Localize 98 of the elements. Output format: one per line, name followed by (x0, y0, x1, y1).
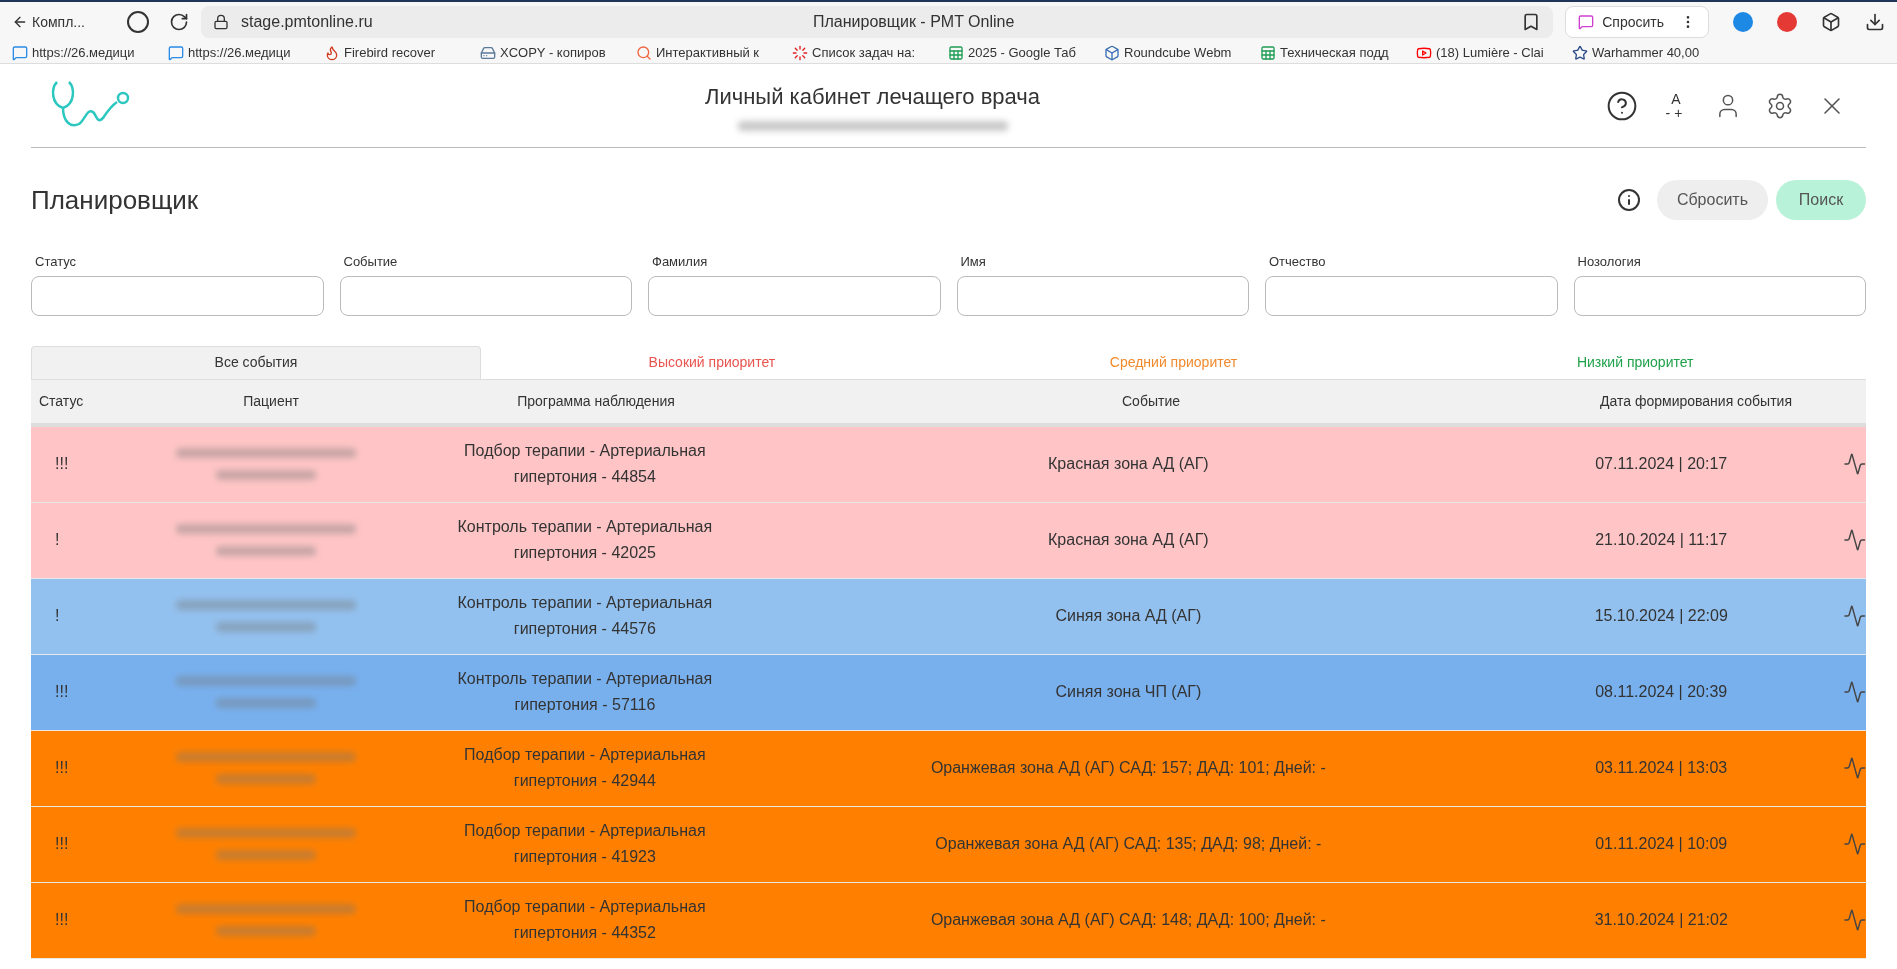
page-title: Планировщик - PMT Online (813, 12, 1016, 32)
bookmark[interactable]: Интерактивный к (636, 42, 776, 63)
column-header: Событие (1121, 391, 1181, 411)
address-bar[interactable]: stage.pmtonline.ru Планировщик - PMT Online (201, 6, 1554, 38)
bookmark[interactable]: Roundcube Webm (1104, 42, 1244, 63)
sheet-icon (948, 44, 964, 61)
date-cell-text: 08.11.2024 | 20:39 (1594, 682, 1729, 702)
table-row[interactable]: ! Контроль терапии - Артериальная гипертония - 44576 Синяя зона АД (АГ) 15.10.2024 | 22:09 (31, 578, 1866, 655)
reload-icon[interactable] (169, 12, 189, 32)
flame-icon (324, 44, 340, 61)
pulse-icon[interactable] (1842, 908, 1866, 932)
column-header: Программа наблюдения (516, 391, 676, 411)
bookmark[interactable]: https://26.медици (168, 42, 308, 63)
lock-icon (213, 14, 229, 30)
pulse-icon[interactable] (1842, 604, 1866, 628)
pulse-icon[interactable] (1842, 756, 1866, 780)
reset-button[interactable]: Сбросить (1656, 180, 1768, 220)
status-cell-text: !!! (54, 834, 70, 854)
event-cell-text: Оранжевая зона АД (АГ) САД: 135; ДАД: 98; Дней: - (934, 834, 1323, 854)
extension-icon[interactable] (1733, 12, 1753, 32)
date-cell-text: 31.10.2024 | 21:02 (1593, 910, 1729, 930)
extensions-icon[interactable] (1821, 12, 1841, 32)
search-button[interactable]: Поиск (1776, 180, 1866, 220)
event-cell-text: Красная зона АД (АГ) (1047, 454, 1210, 474)
event-cell-text: Оранжевая зона АД (АГ) САД: 157; ДАД: 101; Дней: - (929, 758, 1327, 778)
event-cell-text: Красная зона АД (АГ) (1047, 530, 1210, 550)
cube-icon (1104, 44, 1120, 61)
filter-label: Фамилия (652, 253, 709, 271)
date-cell-text: 21.10.2024 | 11:17 (1594, 530, 1729, 550)
date-cell-text: 01.11.2024 | 10:09 (1594, 834, 1729, 854)
font-size-button[interactable]: A -+ (1662, 91, 1690, 120)
table-row[interactable]: ! Контроль терапии - Артериальная гипертония - 42025 Красная зона АД (АГ) 21.10.2024 | 11:17 (31, 502, 1866, 579)
program-cell-text: Подбор терапии - Артериальная гипертония - 44352 (463, 897, 707, 943)
bookmark[interactable]: Техническая подд (1260, 42, 1400, 63)
program-cell-text: Контроль терапии - Артериальная гипертония - 42025 (456, 517, 714, 563)
chat-icon (12, 44, 28, 61)
status-cell-text: !!! (54, 910, 70, 930)
star-icon (1572, 44, 1588, 61)
status-cell-text: ! (54, 530, 61, 550)
search-icon (636, 44, 652, 61)
status-cell-text: !!! (54, 758, 70, 778)
pulse-icon[interactable] (1842, 680, 1866, 704)
filter-label: Имя (960, 253, 987, 271)
status-cell-text: !!! (54, 454, 70, 474)
status-cell-text: ! (54, 606, 61, 626)
priority-tab[interactable]: Все события (31, 345, 481, 379)
filter-label: Статус (35, 253, 78, 271)
bookmark[interactable]: XCOPY - копиров (480, 42, 620, 63)
filter-field[interactable] (648, 275, 941, 316)
column-header: Дата формирования события (1599, 391, 1793, 411)
chat-icon (168, 44, 184, 61)
event-cell-text: Оранжевая зона АД (АГ) САД: 148; ДАД: 100; Дней: - (929, 910, 1327, 930)
date-cell-text: 03.11.2024 | 13:03 (1594, 758, 1729, 778)
column-header: Статус (38, 391, 85, 411)
page-title: Планировщик (31, 183, 199, 217)
table-row[interactable]: !!! Подбор терапии - Артериальная гипертония - 44854 Красная зона АД (АГ) 07.11.2024 | 20:17 (31, 426, 1866, 503)
priority-tab[interactable]: Высокий приоритет (481, 345, 943, 379)
filter-label: Нозология (1577, 253, 1642, 271)
pulse-icon[interactable] (1842, 452, 1866, 476)
program-cell-text: Контроль терапии - Артериальная гипертония - 57116 (456, 669, 714, 715)
filter-field[interactable] (1573, 275, 1866, 316)
info-icon[interactable] (1616, 188, 1641, 212)
bookmark[interactable]: https://26.медици (12, 42, 152, 63)
program-cell-text: Контроль терапии - Артериальная гипертония - 44576 (456, 593, 714, 639)
event-cell-text: Синяя зона АД (АГ) (1054, 606, 1203, 626)
filter-label: Отчество (1269, 253, 1327, 271)
date-cell-text: 15.10.2024 | 22:09 (1593, 606, 1729, 626)
filter-field[interactable] (1265, 275, 1558, 316)
bookmark[interactable]: 2025 - Google Таб (948, 42, 1088, 63)
filter-label: Событие (343, 253, 399, 271)
filter-field[interactable] (339, 275, 632, 316)
status-cell-text: !!! (54, 682, 70, 702)
program-cell-text: Подбор терапии - Артериальная гипертония - 41923 (463, 821, 707, 867)
url-text: stage.pmtonline.ru (241, 12, 374, 32)
column-header: Пациент (242, 391, 300, 411)
table-row[interactable]: !!! Подбор терапии - Артериальная гипертония - 42944 Оранжевая зона АД (АГ) САД: 157; ДАД: 101; Дней: - 03.11.2024 | 13:03 (31, 730, 1866, 807)
program-cell-text: Подбор терапии - Артериальная гипертония - 44854 (463, 441, 707, 487)
pulse-icon[interactable] (1842, 528, 1866, 552)
help-icon[interactable] (1606, 89, 1638, 122)
filter-field[interactable] (31, 275, 324, 316)
pulse-icon[interactable] (1842, 832, 1866, 856)
event-cell-text: Синяя зона ЧП (АГ) (1054, 682, 1203, 702)
sheet-icon (1260, 44, 1276, 61)
date-cell-text: 07.11.2024 | 20:17 (1594, 454, 1729, 474)
table-row[interactable]: !!! Подбор терапии - Артериальная гипертония - 44352 Оранжевая зона АД (АГ) САД: 148; ДАД: 100; Дней: - 31.10.2024 | 21:02 (31, 882, 1866, 959)
settings-icon[interactable] (1766, 91, 1794, 120)
chat-icon (1578, 14, 1595, 30)
bookmark[interactable]: (18) Lumière - Clai (1416, 42, 1556, 63)
filter-field[interactable] (956, 275, 1249, 316)
table-row[interactable]: !!! Подбор терапии - Артериальная гипертония - 41923 Оранжевая зона АД (АГ) САД: 135; ДАД: 98; Дней: - 01.11.2024 | 10:09 (31, 806, 1866, 883)
header-title: Личный кабинет лечащего врача (705, 83, 1040, 111)
table-row[interactable]: !!! Контроль терапии - Артериальная гипертония - 57116 Синяя зона ЧП (АГ) 08.11.2024 | 20:39 (31, 654, 1866, 731)
program-cell-text: Подбор терапии - Артериальная гипертония - 42944 (463, 745, 707, 791)
bookmark[interactable]: Список задач на: (792, 42, 932, 63)
bookmark[interactable]: Firebird recover (324, 42, 464, 63)
download-icon[interactable] (1865, 12, 1885, 32)
back-button[interactable]: Компл... (12, 11, 107, 33)
bookmark[interactable]: Warhammer 40,00 (1572, 42, 1712, 63)
